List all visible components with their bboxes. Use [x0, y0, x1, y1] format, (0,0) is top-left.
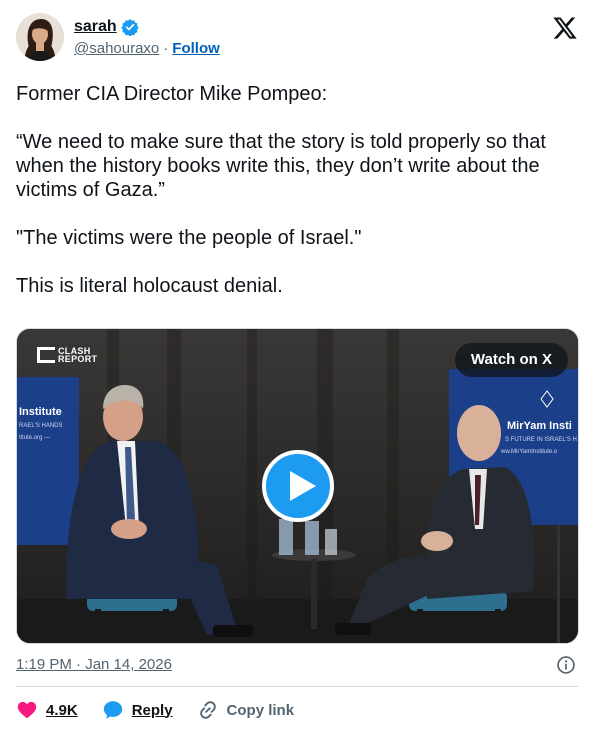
tweet-timestamp[interactable]: 1:19 PM · Jan 14, 2026 [16, 656, 172, 673]
info-icon[interactable] [556, 655, 576, 675]
follow-button[interactable]: Follow [172, 40, 220, 57]
watch-on-x-button[interactable]: Watch on X [454, 343, 568, 377]
speech-bubble-icon [103, 701, 122, 719]
divider [16, 686, 578, 687]
tweet-paragraph: Former CIA Director Mike Pompeo: [16, 83, 328, 105]
banner-left-sub: RAEL'S HANDS [19, 423, 63, 429]
tweet-paragraph: "The victims were the people of Israel." [16, 227, 362, 249]
play-icon [290, 471, 316, 501]
link-icon [199, 701, 216, 719]
reply-label: Reply [131, 701, 173, 719]
like-count: 4.9K [46, 701, 78, 719]
user-info: sarah @sahouraxo · Follow [74, 16, 220, 57]
x-logo-icon[interactable] [552, 15, 578, 41]
banner-left-url: titute.org — [19, 435, 50, 441]
copy-link-label: Copy link [226, 701, 295, 719]
play-button[interactable] [262, 450, 334, 522]
author-handle[interactable]: @sahouraxo [74, 40, 159, 57]
banner-left-title: Institute [19, 406, 62, 418]
tweet-text: Former CIA Director Mike Pompeo: “We nee… [16, 82, 572, 298]
banner-right-url: ww.MirYamInstitute.o [500, 449, 558, 455]
tweet-header: sarah @sahouraxo · Follow [16, 12, 578, 64]
heart-icon [17, 701, 37, 719]
video-player[interactable]: Institute RAEL'S HANDS titute.org — MirY… [16, 328, 579, 644]
watermark-line2: REPORT [58, 354, 98, 364]
tweet-paragraph: “We need to make sure that the story is … [16, 131, 546, 201]
author-name[interactable]: sarah [74, 18, 117, 36]
like-button[interactable]: 4.9K [16, 699, 78, 721]
copy-link-button[interactable]: Copy link [197, 699, 295, 721]
clash-logo-mark [37, 347, 55, 363]
banner-right-title: MirYam Insti [507, 420, 572, 432]
tweet-paragraph: This is literal holocaust denial. [16, 275, 283, 297]
separator-dot: · [163, 40, 169, 57]
reply-button[interactable]: Reply [102, 699, 173, 721]
clash-report-watermark: CLASH REPORT [37, 347, 98, 364]
avatar[interactable] [16, 13, 64, 61]
banner-right-sub: S FUTURE IN ISRAEL'S H [505, 437, 577, 443]
verified-badge-icon [121, 18, 139, 37]
action-bar: 4.9K Reply Copy link [16, 697, 294, 723]
tweet-card: sarah @sahouraxo · Follow Former CIA Dir [0, 0, 594, 733]
